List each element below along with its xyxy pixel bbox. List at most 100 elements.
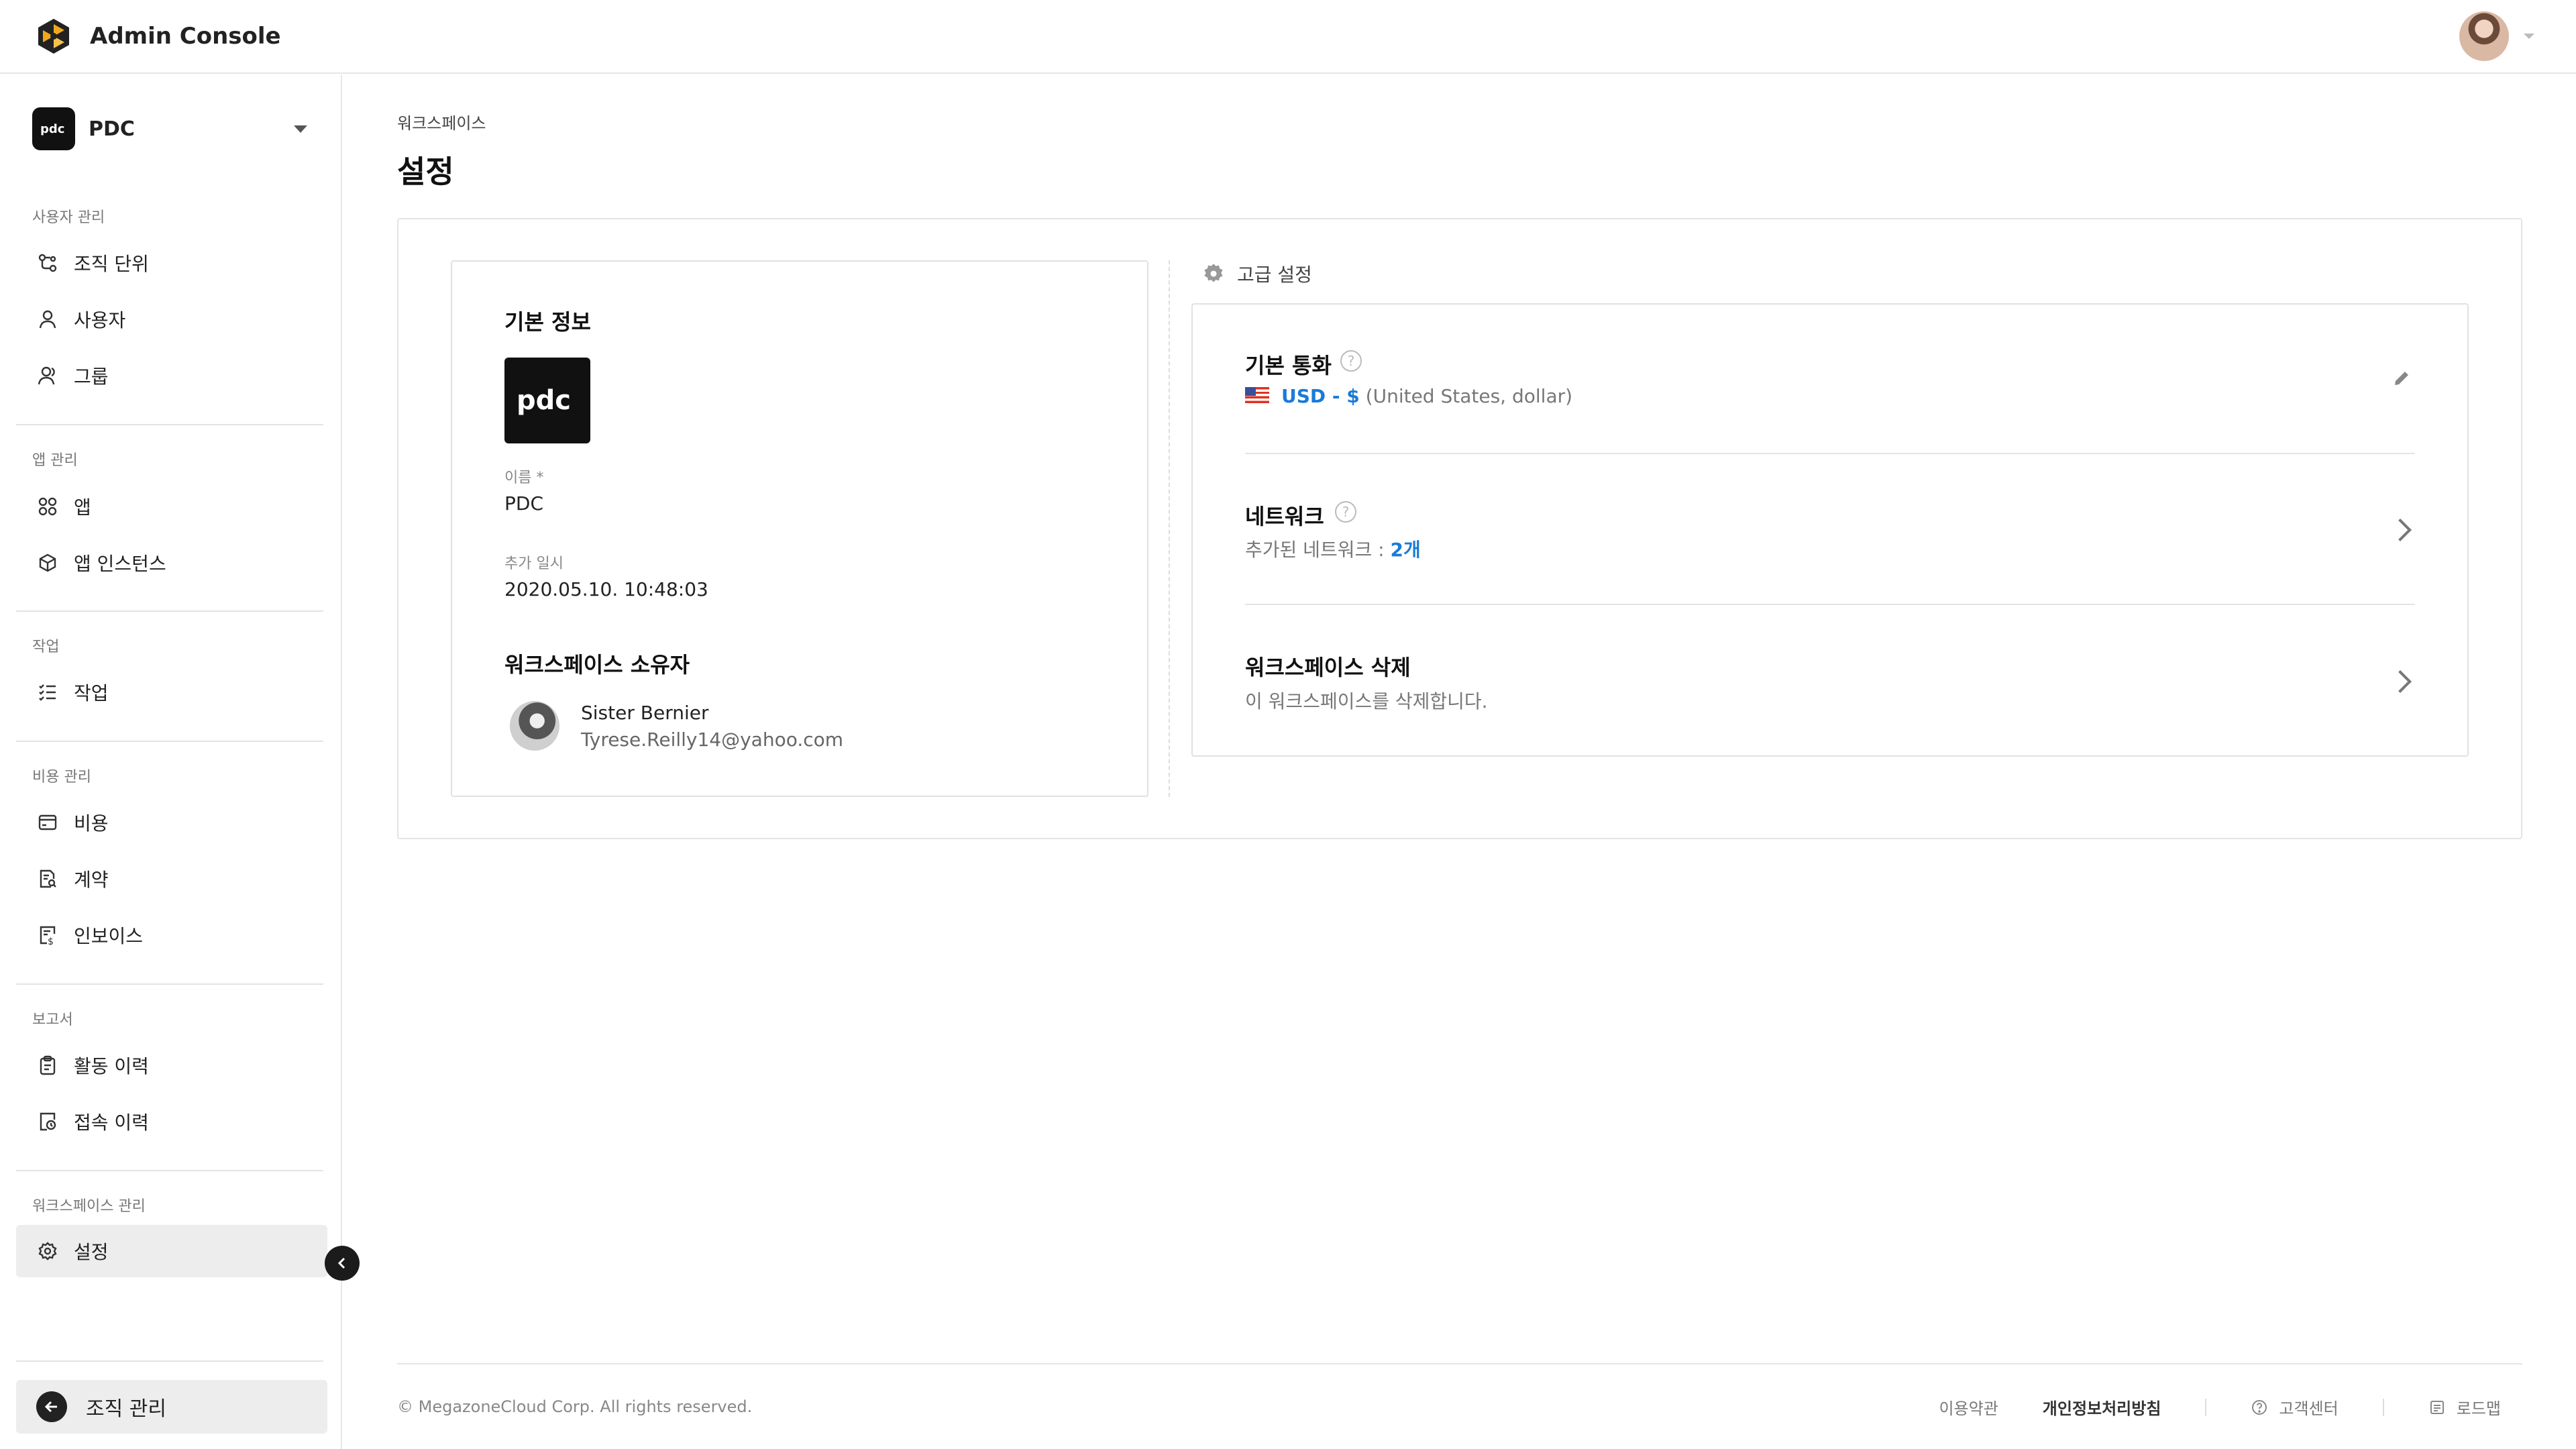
row-divider	[1245, 453, 2415, 454]
added-date-label: 추가 일시	[504, 555, 564, 572]
chevron-down-icon[interactable]	[2524, 34, 2534, 39]
sidebar-item-label: 인보이스	[74, 925, 144, 947]
apps-icon	[36, 495, 59, 518]
sidebar-item-activity-history[interactable]: 활동 이력	[16, 1039, 327, 1091]
footer-separator	[2382, 1398, 2384, 1416]
workspace-logo-image: pdc	[504, 358, 590, 443]
us-flag-icon	[1245, 387, 1269, 403]
name-value: PDC	[504, 492, 543, 515]
cube-icon	[36, 551, 59, 574]
caret-down-icon[interactable]	[294, 125, 307, 133]
workspace-logo-icon: pdc	[32, 107, 75, 150]
nav-section-tasks: 작업	[32, 639, 60, 655]
edit-pencil-icon[interactable]	[2391, 368, 2412, 389]
nav-section-cost-mgmt: 비용 관리	[32, 769, 91, 786]
sidebar-divider	[16, 741, 323, 742]
footer-links: 이용약관 개인정보처리방침 고객센터 로드맵	[1939, 1395, 2501, 1419]
workspace-delete-desc: 이 워크스페이스를 삭제합니다.	[1245, 690, 1488, 712]
sidebar-item-cost[interactable]: 비용	[16, 796, 327, 849]
sidebar-item-label: 앱 인스턴스	[74, 553, 166, 575]
nav-section-user-mgmt: 사용자 관리	[32, 209, 105, 226]
section-divider	[1169, 260, 1170, 797]
copyright: © MegazoneCloud Corp. All rights reserve…	[397, 1397, 753, 1416]
access-history-icon	[36, 1110, 59, 1133]
terms-link[interactable]: 이용약관	[1939, 1395, 1998, 1419]
name-label: 이름 *	[504, 470, 544, 486]
workspace-selector[interactable]: pdc PDC	[32, 107, 307, 150]
sidebar-item-label: 비용	[74, 812, 109, 835]
org-unit-icon	[36, 252, 59, 274]
network-summary: 추가된 네트워크 : 2개	[1245, 535, 1421, 562]
wallet-icon	[36, 811, 59, 834]
invoice-icon: $	[36, 924, 59, 947]
contract-icon	[36, 867, 59, 890]
sidebar-divider	[16, 610, 323, 612]
svg-text:pdc: pdc	[40, 122, 64, 136]
sidebar-collapse-button[interactable]	[325, 1246, 360, 1281]
task-list-icon	[36, 681, 59, 704]
org-management-label: 조직 관리	[86, 1397, 166, 1421]
owner-avatar	[510, 701, 559, 751]
help-circle-icon	[2251, 1399, 2268, 1416]
sidebar-item-label: 앱	[74, 496, 91, 519]
sidebar-item-label: 사용자	[74, 309, 126, 331]
sidebar-item-label: 계약	[74, 869, 109, 891]
sidebar-item-label: 조직 단위	[74, 253, 149, 275]
org-management-button[interactable]: 조직 관리	[16, 1380, 327, 1434]
group-icon	[36, 364, 59, 387]
app-title: Admin Console	[90, 23, 281, 50]
breadcrumb[interactable]: 워크스페이스	[397, 110, 486, 133]
sidebar-item-invoice[interactable]: $ 인보이스	[16, 909, 327, 961]
sidebar-divider	[16, 424, 323, 425]
owner-name: Sister Bernier	[581, 702, 709, 724]
roadmap-link[interactable]: 로드맵	[2428, 1395, 2501, 1419]
clipboard-icon	[36, 1054, 59, 1077]
admin-console-logo-icon	[38, 19, 69, 54]
sidebar-item-app-instances[interactable]: 앱 인스턴스	[16, 537, 327, 589]
basic-info-title: 기본 정보	[504, 309, 591, 335]
footer-separator	[2205, 1398, 2207, 1416]
help-icon[interactable]: ?	[1340, 350, 1362, 372]
sidebar-item-label: 설정	[74, 1241, 109, 1263]
sidebar-item-users[interactable]: 사용자	[16, 293, 327, 345]
sidebar-divider	[16, 1170, 323, 1171]
added-date-value: 2020.05.10. 10:48:03	[504, 578, 708, 600]
privacy-link[interactable]: 개인정보처리방침	[2043, 1395, 2161, 1419]
user-avatar[interactable]	[2459, 11, 2509, 61]
sidebar-item-org-unit[interactable]: 조직 단위	[16, 237, 327, 289]
brand[interactable]: Admin Console	[35, 17, 281, 55]
roadmap-icon	[2428, 1399, 2446, 1416]
help-icon[interactable]: ?	[1335, 501, 1356, 523]
owner-email: Tyrese.Reilly14@yahoo.com	[581, 729, 844, 751]
currency-value: USD - $ (United States, dollar)	[1245, 385, 1572, 407]
sidebar-item-label: 접속 이력	[74, 1112, 149, 1134]
network-summary-label: 추가된 네트워크 :	[1245, 539, 1391, 561]
workspace-delete-title[interactable]: 워크스페이스 삭제	[1245, 651, 1411, 682]
sidebar-item-tasks[interactable]: 작업	[16, 666, 327, 718]
page-title: 설정	[397, 154, 454, 190]
sidebar-item-contract[interactable]: 계약	[16, 853, 327, 905]
svg-text:pdc: pdc	[517, 385, 571, 416]
row-divider	[1245, 604, 2415, 605]
profile-menu[interactable]	[2459, 11, 2534, 61]
currency-title: 기본 통화	[1245, 353, 1332, 378]
sidebar-item-settings[interactable]: 설정	[16, 1225, 327, 1277]
advanced-settings-header: 고급 설정	[1202, 260, 1312, 287]
svg-text:$: $	[48, 936, 54, 945]
sidebar-divider	[16, 1360, 323, 1362]
workspace-name: PDC	[89, 117, 135, 141]
user-icon	[36, 308, 59, 331]
sidebar-item-access-history[interactable]: 접속 이력	[16, 1095, 327, 1148]
chevron-left-icon	[337, 1257, 345, 1269]
sidebar-item-label: 활동 이력	[74, 1055, 149, 1077]
currency-code: USD - $	[1281, 385, 1360, 407]
sidebar-item-apps[interactable]: 앱	[16, 480, 327, 533]
support-label: 고객센터	[2279, 1399, 2339, 1418]
sidebar-divider	[16, 983, 323, 985]
sidebar-item-label: 작업	[74, 682, 109, 704]
top-bar: Admin Console	[0, 0, 2576, 74]
network-title: 네트워크	[1245, 504, 1324, 529]
support-link[interactable]: 고객센터	[2251, 1395, 2339, 1419]
sidebar-item-groups[interactable]: 그룹	[16, 350, 327, 402]
arrow-left-icon	[36, 1391, 67, 1422]
